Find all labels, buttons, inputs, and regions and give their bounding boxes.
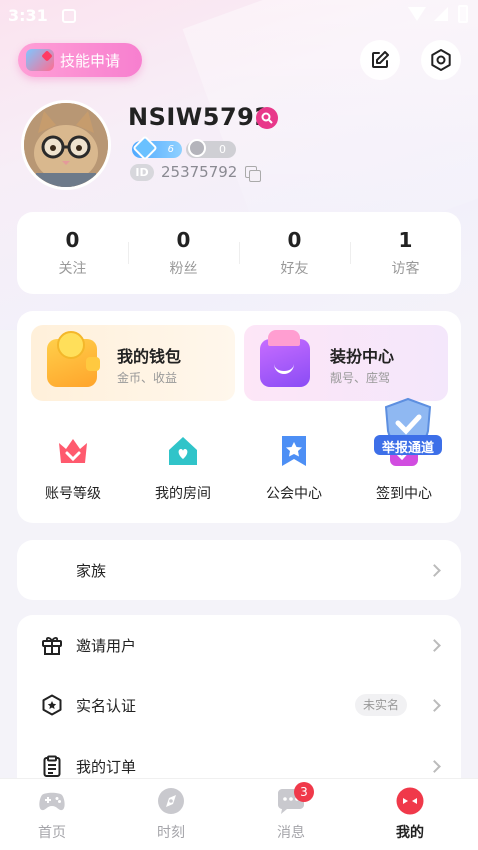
menu-label: 邀请用户: [76, 636, 137, 655]
menu-label: 实名认证: [76, 696, 137, 715]
gear-icon: [431, 49, 451, 71]
avatar[interactable]: [21, 100, 111, 190]
grid-label: 我的房间: [155, 486, 211, 502]
account-level-entry[interactable]: 账号等级: [23, 433, 123, 503]
stat-value: 1: [398, 228, 413, 252]
menu-label: 我的订单: [76, 757, 137, 776]
grid-label: 签到中心: [376, 486, 432, 502]
guild-center-entry[interactable]: 公会中心: [244, 433, 344, 503]
username: NSIW5792: [128, 103, 272, 131]
status-time: 3:31: [8, 6, 48, 25]
battery-icon: [458, 5, 468, 23]
family-label: 家族: [76, 561, 107, 580]
cat-avatar-image: [24, 103, 108, 187]
wallet-card[interactable]: 我的钱包 金币、收益: [31, 325, 235, 401]
stat-visitors[interactable]: 1 访客: [350, 212, 461, 294]
chat-icon-wrap: 3: [276, 782, 314, 815]
chevron-right-icon: [428, 759, 441, 773]
stat-value: 0: [65, 228, 80, 252]
gift-icon: [42, 636, 62, 655]
grid-label: 账号等级: [45, 486, 101, 502]
my-room-entry[interactable]: 我的房间: [133, 433, 233, 503]
charm-value: 0: [219, 143, 226, 156]
stat-friends[interactable]: 0 好友: [239, 212, 350, 294]
stat-label: 访客: [391, 261, 420, 277]
charm-gem-icon: [188, 139, 206, 157]
real-name-verify-row[interactable]: 实名认证 未实名: [17, 675, 461, 735]
edit-icon: [372, 51, 389, 68]
family-row[interactable]: 家族: [17, 540, 461, 600]
stat-following[interactable]: 0 关注: [17, 212, 128, 294]
crown-icon: [59, 439, 87, 463]
id-tag: ID: [130, 164, 154, 181]
signal-icon: [434, 7, 448, 21]
nav-messages[interactable]: 3 消息: [231, 779, 351, 850]
grid-label: 公会中心: [266, 486, 322, 502]
stat-value: 0: [176, 228, 191, 252]
report-channel-label: 举报通道: [381, 441, 434, 456]
stat-value: 0: [287, 228, 302, 252]
wallet-icon: [47, 331, 100, 387]
verify-icon: [42, 694, 62, 716]
settings-button[interactable]: [421, 40, 461, 80]
report-channel-button[interactable]: 举报通道: [372, 397, 444, 459]
wifi-icon: [408, 7, 426, 21]
dress-title: 装扮中心: [330, 347, 395, 366]
bottom-navigation: 首页 时刻 3 消息 我的: [0, 778, 478, 850]
dress-center-card[interactable]: 装扮中心 靓号、座驾: [244, 325, 448, 401]
nav-label: 我的: [396, 825, 424, 841]
nav-label: 时刻: [157, 825, 185, 841]
female-gender-icon: [256, 107, 278, 129]
status-bar: 3:31: [0, 0, 478, 32]
edit-profile-button[interactable]: [360, 40, 400, 80]
skill-icon: [26, 49, 54, 71]
nav-mine[interactable]: 我的: [350, 779, 470, 850]
gamepad-icon: [39, 792, 65, 811]
invite-users-row[interactable]: 邀请用户: [17, 615, 461, 675]
stat-label: 好友: [280, 261, 309, 277]
house-icon: [169, 437, 197, 465]
skill-apply-button[interactable]: 技能申请: [18, 43, 142, 77]
female-symbol-icon: [261, 112, 273, 124]
nav-label: 首页: [38, 825, 66, 841]
clipboard-icon: [43, 755, 61, 777]
guild-flag-icon: [282, 436, 306, 466]
verify-status-badge: 未实名: [354, 694, 407, 716]
chevron-right-icon: [428, 698, 441, 712]
chevron-right-icon: [428, 638, 441, 652]
level-value: 6: [167, 144, 174, 155]
copy-icon[interactable]: [245, 166, 261, 182]
stat-label: 粉丝: [169, 261, 198, 277]
unread-count-badge: 3: [294, 782, 314, 802]
shopping-bag-icon: [260, 330, 310, 387]
skill-apply-label: 技能申请: [60, 51, 121, 70]
nav-moments[interactable]: 时刻: [111, 779, 231, 850]
dress-subtitle: 靓号、座驾: [330, 371, 391, 385]
stat-label: 关注: [58, 261, 87, 277]
chevron-right-icon: [428, 563, 441, 577]
profile-icon: [396, 787, 424, 815]
nav-home[interactable]: 首页: [0, 779, 112, 850]
wallet-subtitle: 金币、收益: [117, 371, 178, 385]
stats-card: 0 关注 0 粉丝 0 好友 1 访客: [17, 212, 461, 294]
user-id: 25375792: [161, 163, 238, 181]
notification-icon: [62, 9, 76, 23]
wallet-title: 我的钱包: [117, 347, 182, 366]
compass-icon: [158, 788, 184, 814]
nav-label: 消息: [277, 825, 305, 841]
stat-fans[interactable]: 0 粉丝: [128, 212, 239, 294]
